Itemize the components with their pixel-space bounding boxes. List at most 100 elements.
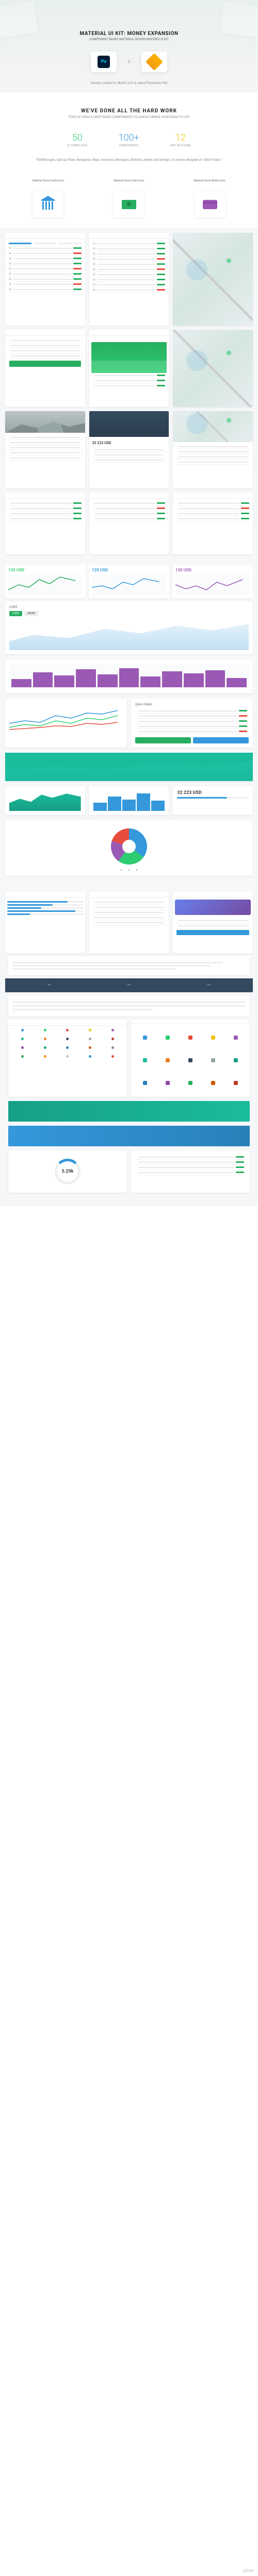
- donut-card[interactable]: [8, 1150, 127, 1193]
- screen-progress[interactable]: [5, 891, 85, 953]
- category-icons: [131, 1024, 250, 1097]
- header-image: [5, 411, 85, 433]
- dot-icon: [44, 1046, 46, 1049]
- screen-mountain[interactable]: [5, 411, 85, 488]
- screen-dots-grid[interactable]: [8, 1020, 127, 1097]
- hero-bg-cards: [0, 5, 258, 36]
- mini-icon[interactable]: [211, 1036, 215, 1040]
- screen-map-1[interactable]: [173, 233, 253, 326]
- summary-card[interactable]: [131, 1150, 250, 1193]
- screen-acct-3[interactable]: [173, 493, 253, 554]
- screen-acct-2[interactable]: [89, 493, 169, 554]
- kpi-card-3[interactable]: 120 USD: [172, 565, 253, 598]
- hero-card-left: [0, 2, 38, 39]
- legend-item: ●: [128, 869, 130, 872]
- mini-icon[interactable]: [211, 1081, 215, 1085]
- bar-chart: [9, 664, 249, 689]
- mini-icon[interactable]: [188, 1058, 192, 1062]
- hero-card-right: [220, 2, 258, 39]
- donut-chart: [55, 1159, 80, 1184]
- screen-detail-dark[interactable]: 32 223 USD: [89, 411, 169, 488]
- wide-text-card[interactable]: [8, 956, 250, 975]
- mini-bar-1[interactable]: [5, 786, 85, 815]
- mini-icon[interactable]: [143, 1036, 147, 1040]
- screen-detail-map[interactable]: [173, 411, 253, 488]
- pay-button[interactable]: [176, 930, 249, 935]
- mini-icon[interactable]: [143, 1081, 147, 1085]
- icons-row: [0, 187, 258, 228]
- mini-icon[interactable]: [166, 1058, 170, 1062]
- dot-icon: [111, 1029, 114, 1031]
- bar-chart: [91, 342, 167, 373]
- screen-map-2[interactable]: [173, 330, 253, 407]
- hero-section: MATERIAL UI KIT: MONEY EXPANSION COMPONE…: [0, 0, 258, 93]
- table-title: Open Orders: [135, 703, 249, 706]
- mini-icon[interactable]: [143, 1058, 147, 1062]
- teal-chart-card[interactable]: [5, 753, 253, 781]
- screen-form-1[interactable]: [5, 330, 85, 407]
- stat-num: 50: [67, 132, 88, 143]
- mini-icon[interactable]: [234, 1036, 238, 1040]
- kpi-card-1[interactable]: 120 USD: [5, 565, 86, 598]
- mini-icon[interactable]: [234, 1081, 238, 1085]
- long-tab[interactable]: LONG: [9, 611, 22, 616]
- sketch-icon: [146, 53, 163, 71]
- screens-grid: 32 223 USD: [5, 233, 253, 554]
- submit-button[interactable]: [9, 361, 81, 367]
- dot-icon: [44, 1029, 46, 1031]
- sell-button[interactable]: [193, 737, 249, 743]
- amount-value: 32 223 USD: [92, 441, 166, 445]
- screen-icon-grid[interactable]: [131, 1020, 250, 1097]
- dot-icon: [66, 1038, 69, 1040]
- multi-line-card[interactable]: [5, 699, 127, 748]
- sparkline-icon: [8, 574, 83, 595]
- multiline-chart: [9, 703, 123, 734]
- dot-icon: [66, 1029, 69, 1031]
- screen-list-2[interactable]: [89, 233, 169, 326]
- dot-icon: [89, 1029, 91, 1031]
- teal-band-1: [8, 1101, 250, 1122]
- cash-icon: [122, 200, 136, 209]
- mini-icon[interactable]: [166, 1081, 170, 1085]
- mini-icon[interactable]: [234, 1058, 238, 1062]
- mini-icon[interactable]: [211, 1058, 215, 1062]
- stat-label: APP SECTIONS: [170, 144, 191, 147]
- watermark: gfxtra: [243, 2568, 254, 2573]
- sketch-badge: [141, 52, 167, 72]
- dot-icon: [89, 1055, 91, 1058]
- purple-bar-card[interactable]: [5, 659, 253, 693]
- order-table-card[interactable]: Open Orders: [131, 699, 253, 748]
- kpi-value: 120 USD: [92, 568, 166, 572]
- dot-icon: [89, 1046, 91, 1049]
- area-chart: [9, 619, 249, 650]
- stat-value: 32 223 USD: [177, 790, 249, 795]
- screen-list-1[interactable]: [5, 233, 85, 326]
- sparkline-icon: [92, 574, 166, 595]
- screen-settings-1[interactable]: [89, 891, 169, 953]
- mini-bar-2[interactable]: [89, 786, 169, 815]
- mini-info[interactable]: 32 223 USD: [173, 786, 253, 815]
- dark-header: [89, 411, 169, 437]
- mini-icon[interactable]: [166, 1036, 170, 1040]
- band-stat: —: [207, 982, 211, 988]
- pie-card[interactable]: ● ● ●: [5, 820, 253, 876]
- plus-icon: +: [127, 58, 131, 66]
- work-header: WE'VE DONE ALL THE HARD WORK TONS OF DRA…: [0, 93, 258, 125]
- screen-payment[interactable]: [173, 891, 253, 953]
- buy-button[interactable]: [135, 737, 191, 743]
- dot-icon: [66, 1046, 69, 1049]
- lines-card[interactable]: [8, 995, 250, 1016]
- hero-subtitle: COMPONENT BASED MATERIAL DESIGN INSPIRED…: [10, 38, 248, 41]
- dot-icon: [21, 1038, 24, 1040]
- wide-area-chart[interactable]: LONG LONG SHORT: [5, 601, 253, 654]
- mini-icon[interactable]: [188, 1081, 192, 1085]
- screen-chart-1[interactable]: [89, 330, 169, 407]
- map-header: [173, 411, 253, 442]
- short-tab[interactable]: SHORT: [24, 611, 39, 616]
- stat-components: 100+ COMPONENTS: [119, 132, 139, 147]
- work-title: WE'VE DONE ALL THE HARD WORK: [10, 108, 248, 114]
- screen-acct-1[interactable]: [5, 493, 85, 554]
- mini-icon[interactable]: [188, 1036, 192, 1040]
- col-header-3: Material Home Wallet Icons: [194, 179, 225, 182]
- kpi-card-2[interactable]: 120 USD: [89, 565, 169, 598]
